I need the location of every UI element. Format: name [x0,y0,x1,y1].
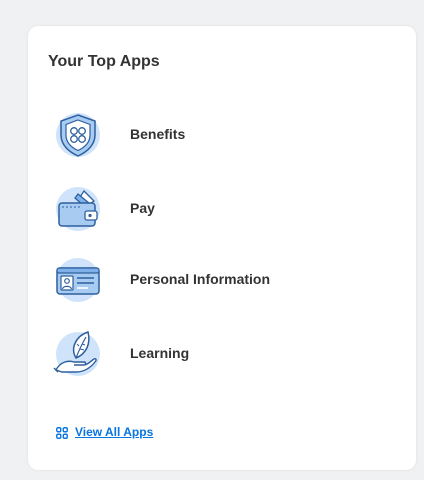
app-pay[interactable]: Pay [50,181,390,235]
app-personal-information[interactable]: Personal Information [50,252,390,306]
leaf-hand-icon [50,326,106,380]
app-label-personal-information: Personal Information [130,271,271,287]
shield-icon [50,107,106,161]
app-label-benefits: Benefits [130,126,186,142]
top-apps-card: Your Top Apps Benefits Pay Personal Info… [28,26,416,470]
app-label-pay: Pay [130,200,155,216]
view-all-apps-link[interactable]: View All Apps [56,425,153,439]
view-all-apps-label: View All Apps [75,425,154,439]
wallet-icon [50,181,106,235]
app-benefits[interactable]: Benefits [50,107,390,161]
grid-icon [56,426,68,439]
id-card-icon [50,252,106,306]
card-title: Your Top Apps [48,53,160,70]
app-label-learning: Learning [130,345,190,361]
app-learning[interactable]: Learning [50,326,390,380]
